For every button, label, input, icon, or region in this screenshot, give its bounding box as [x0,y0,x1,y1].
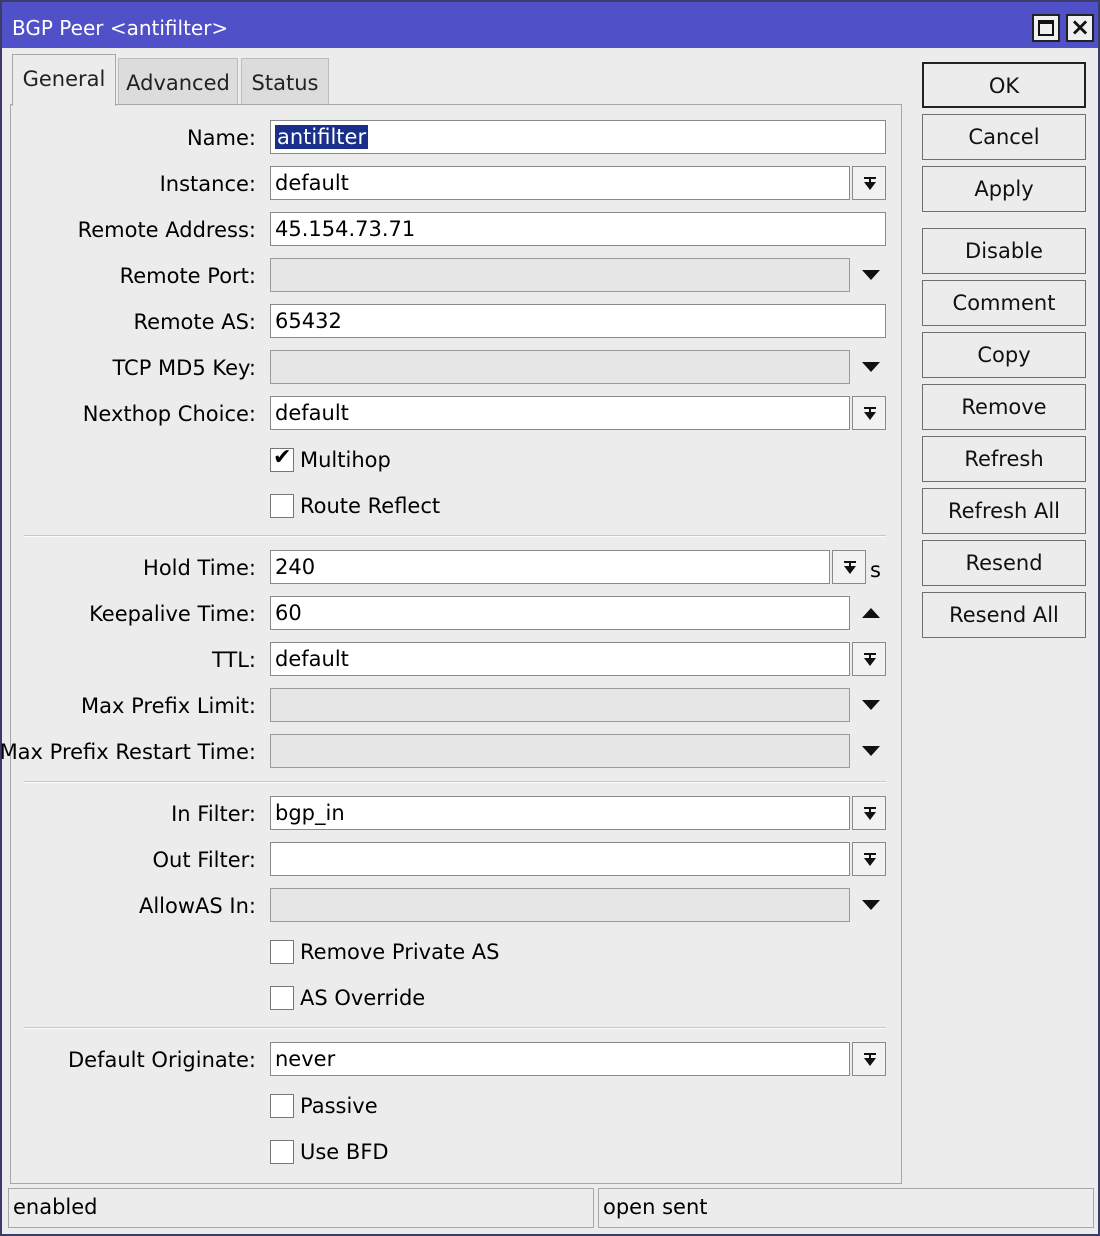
bgp-peer-window: BGP Peer <antifilter> × General Advanced… [0,0,1100,1236]
max-prefix-limit-expand-icon[interactable] [862,700,880,710]
nexthop-choice-select[interactable]: default [270,396,850,430]
title-bar[interactable]: BGP Peer <antifilter> × [2,2,1098,48]
out-filter-select[interactable] [270,842,850,876]
hold-time-label: Hold Time: [143,556,256,580]
refresh-all-button[interactable]: Refresh All [922,488,1086,534]
checkmark-icon: ✔ [273,445,292,470]
remote-port-expand-icon[interactable] [862,270,880,280]
comment-button[interactable]: Comment [922,280,1086,326]
remote-address-input[interactable]: 45.154.73.71 [270,212,886,246]
ttl-dropdown-button[interactable] [852,642,886,676]
out-filter-dropdown-button[interactable] [852,842,886,876]
section-divider [24,781,886,783]
resend-button[interactable]: Resend [922,540,1086,586]
maximize-button[interactable] [1032,14,1060,42]
keepalive-time-input[interactable]: 60 [270,596,850,630]
use-bfd-label: Use BFD [300,1140,389,1164]
copy-button[interactable]: Copy [922,332,1086,378]
tcp-md5-key-input[interactable] [270,350,850,384]
name-label: Name: [186,126,256,150]
in-filter-label: In Filter: [171,802,256,826]
hold-time-dropdown-button[interactable] [832,550,866,584]
section-divider [24,1027,886,1029]
hold-time-unit: s [870,558,881,582]
instance-label: Instance: [159,172,256,196]
default-originate-label: Default Originate: [68,1048,256,1072]
nexthop-choice-dropdown-button[interactable] [852,396,886,430]
route-reflect-label: Route Reflect [300,494,441,518]
status-state: open sent [598,1188,1094,1228]
out-filter-label: Out Filter: [152,848,256,872]
ttl-select[interactable]: default [270,642,850,676]
close-icon: × [1069,13,1091,41]
max-prefix-restart-time-expand-icon[interactable] [862,746,880,756]
maximize-icon [1038,20,1054,36]
max-prefix-restart-time-input[interactable] [270,734,850,768]
remote-address-label: Remote Address: [77,218,256,242]
multihop-checkbox[interactable]: ✔ [270,445,294,472]
passive-checkbox[interactable] [270,1094,294,1118]
ttl-label: TTL: [211,648,256,672]
in-filter-dropdown-button[interactable] [852,796,886,830]
remove-private-as-checkbox[interactable] [270,940,294,964]
use-bfd-checkbox[interactable] [270,1140,294,1164]
allowas-in-input[interactable] [270,888,850,922]
route-reflect-checkbox[interactable] [270,494,294,518]
window-title: BGP Peer <antifilter> [12,16,229,40]
name-value: antifilter [275,125,369,149]
max-prefix-limit-label: Max Prefix Limit: [81,694,256,718]
as-override-checkbox[interactable] [270,986,294,1010]
default-originate-dropdown-button[interactable] [852,1042,886,1076]
multihop-label: Multihop [300,448,391,472]
status-enabled: enabled [8,1188,594,1228]
remove-button[interactable]: Remove [922,384,1086,430]
tcp-md5-key-expand-icon[interactable] [862,362,880,372]
remote-as-label: Remote AS: [133,310,256,334]
hold-time-input[interactable]: 240 [270,550,830,584]
in-filter-select[interactable]: bgp_in [270,796,850,830]
max-prefix-limit-input[interactable] [270,688,850,722]
name-input[interactable]: antifilter [270,120,886,154]
disable-button[interactable]: Disable [922,228,1086,274]
instance-select[interactable]: default [270,166,850,200]
refresh-button[interactable]: Refresh [922,436,1086,482]
keepalive-time-label: Keepalive Time: [89,602,256,626]
as-override-label: AS Override [300,986,426,1010]
remote-as-input[interactable]: 65432 [270,304,886,338]
section-divider [24,535,886,537]
nexthop-choice-label: Nexthop Choice: [82,402,256,426]
remove-private-as-label: Remove Private AS [300,940,500,964]
close-button[interactable]: × [1066,13,1094,42]
cancel-button[interactable]: Cancel [922,114,1086,160]
remote-port-label: Remote Port: [119,264,256,288]
default-originate-select[interactable]: never [270,1042,850,1076]
passive-label: Passive [300,1094,378,1118]
apply-button[interactable]: Apply [922,166,1086,212]
tcp-md5-key-label: TCP MD5 Key: [112,356,256,380]
tab-status[interactable]: Status [241,58,329,104]
allowas-in-expand-icon[interactable] [862,900,880,910]
allowas-in-label: AllowAS In: [138,894,256,918]
remote-port-input[interactable] [270,258,850,292]
ok-button[interactable]: OK [922,62,1086,108]
tab-general[interactable]: General [12,54,116,106]
max-prefix-restart-time-label: Max Prefix Restart Time: [0,740,256,764]
instance-dropdown-button[interactable] [852,166,886,200]
keepalive-time-collapse-icon[interactable] [862,608,880,618]
resend-all-button[interactable]: Resend All [922,592,1086,638]
tab-advanced[interactable]: Advanced [118,58,238,104]
